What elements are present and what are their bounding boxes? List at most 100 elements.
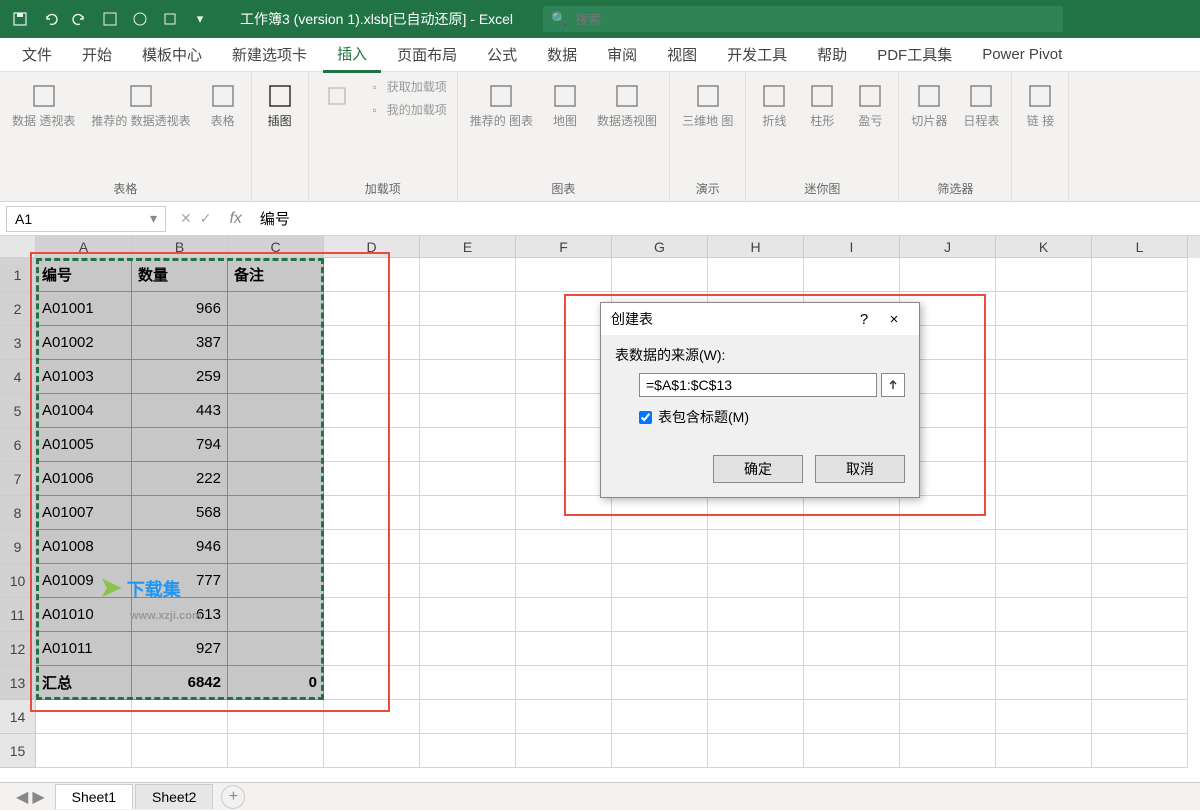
row-header-7[interactable]: 7: [0, 462, 36, 496]
cell-D13[interactable]: [324, 666, 420, 700]
cell-D4[interactable]: [324, 360, 420, 394]
cell-D7[interactable]: [324, 462, 420, 496]
cell-B11[interactable]: 613: [132, 598, 228, 632]
cell-B9[interactable]: 946: [132, 530, 228, 564]
menu-tab-视图[interactable]: 视图: [653, 38, 711, 71]
formula-cancel-icon[interactable]: ✕: [180, 210, 192, 227]
cell-I1[interactable]: [804, 258, 900, 292]
cell-L10[interactable]: [1092, 564, 1188, 598]
cell-B13[interactable]: 6842: [132, 666, 228, 700]
cell-K2[interactable]: [996, 292, 1092, 326]
formula-accept-icon[interactable]: ✓: [200, 210, 212, 227]
cell-F14[interactable]: [516, 700, 612, 734]
cell-K12[interactable]: [996, 632, 1092, 666]
cell-J12[interactable]: [900, 632, 996, 666]
ribbon-pivot-button[interactable]: 数据 透视表: [6, 76, 81, 132]
cell-I11[interactable]: [804, 598, 900, 632]
row-header-11[interactable]: 11: [0, 598, 36, 632]
cell-I14[interactable]: [804, 700, 900, 734]
cell-C8[interactable]: [228, 496, 324, 530]
menu-tab-Power Pivot[interactable]: Power Pivot: [968, 40, 1076, 69]
qat-icon-6[interactable]: [158, 7, 182, 31]
cell-K10[interactable]: [996, 564, 1092, 598]
cell-A13[interactable]: 汇总: [36, 666, 132, 700]
col-header-L[interactable]: L: [1092, 236, 1188, 258]
cell-J14[interactable]: [900, 700, 996, 734]
cell-G14[interactable]: [612, 700, 708, 734]
cell-J15[interactable]: [900, 734, 996, 768]
cell-I12[interactable]: [804, 632, 900, 666]
col-header-A[interactable]: A: [36, 236, 132, 258]
row-header-8[interactable]: 8: [0, 496, 36, 530]
cell-L4[interactable]: [1092, 360, 1188, 394]
cell-E2[interactable]: [420, 292, 516, 326]
ribbon-sparkline-wl-button[interactable]: 盈亏: [848, 76, 892, 132]
cell-A3[interactable]: A01002: [36, 326, 132, 360]
cell-I10[interactable]: [804, 564, 900, 598]
row-header-10[interactable]: 10: [0, 564, 36, 598]
sheet-nav-prev-icon[interactable]: ◀: [16, 787, 28, 807]
cell-B15[interactable]: [132, 734, 228, 768]
search-box[interactable]: 🔍: [543, 6, 1063, 32]
ribbon-3dmap-button[interactable]: 三维地 图: [676, 76, 739, 132]
formula-input[interactable]: [252, 210, 1200, 227]
select-all-corner[interactable]: [0, 236, 36, 258]
cell-D5[interactable]: [324, 394, 420, 428]
cell-K6[interactable]: [996, 428, 1092, 462]
cell-K15[interactable]: [996, 734, 1092, 768]
menu-tab-文件[interactable]: 文件: [8, 38, 66, 71]
ribbon-sub-获取加载项[interactable]: ▫获取加载项: [363, 76, 451, 97]
qat-dropdown-icon[interactable]: ▾: [188, 7, 212, 31]
cell-C10[interactable]: [228, 564, 324, 598]
cell-B8[interactable]: 568: [132, 496, 228, 530]
headers-checkbox-row[interactable]: 表包含标题(M): [639, 407, 905, 427]
cell-H10[interactable]: [708, 564, 804, 598]
menu-tab-开发工具[interactable]: 开发工具: [713, 38, 801, 71]
ribbon-link-button[interactable]: 链 接: [1018, 76, 1062, 132]
row-header-2[interactable]: 2: [0, 292, 36, 326]
cell-L11[interactable]: [1092, 598, 1188, 632]
cell-D2[interactable]: [324, 292, 420, 326]
cell-B10[interactable]: 777: [132, 564, 228, 598]
cell-D14[interactable]: [324, 700, 420, 734]
ribbon-rec-chart-button[interactable]: 推荐的 图表: [464, 76, 539, 132]
menu-tab-插入[interactable]: 插入: [323, 37, 381, 73]
cell-C13[interactable]: 0: [228, 666, 324, 700]
cell-C5[interactable]: [228, 394, 324, 428]
cell-I15[interactable]: [804, 734, 900, 768]
qat-icon-4[interactable]: [98, 7, 122, 31]
cell-A8[interactable]: A01007: [36, 496, 132, 530]
save-icon[interactable]: [8, 7, 32, 31]
search-input[interactable]: [575, 12, 1055, 27]
cell-I9[interactable]: [804, 530, 900, 564]
menu-tab-数据[interactable]: 数据: [533, 38, 591, 71]
cell-G10[interactable]: [612, 564, 708, 598]
headers-checkbox[interactable]: [639, 411, 652, 424]
cell-E1[interactable]: [420, 258, 516, 292]
menu-tab-审阅[interactable]: 审阅: [593, 38, 651, 71]
cell-A14[interactable]: [36, 700, 132, 734]
cell-E8[interactable]: [420, 496, 516, 530]
cell-J1[interactable]: [900, 258, 996, 292]
cell-L15[interactable]: [1092, 734, 1188, 768]
cell-B12[interactable]: 927: [132, 632, 228, 666]
row-header-6[interactable]: 6: [0, 428, 36, 462]
cell-A6[interactable]: A01005: [36, 428, 132, 462]
name-box-dropdown-icon[interactable]: ▾: [150, 210, 157, 227]
cell-F2[interactable]: [516, 292, 612, 326]
cell-E5[interactable]: [420, 394, 516, 428]
cell-G9[interactable]: [612, 530, 708, 564]
ribbon-maps-button[interactable]: 地图: [543, 76, 587, 132]
cell-C6[interactable]: [228, 428, 324, 462]
cell-C1[interactable]: 备注: [228, 258, 324, 292]
cell-D11[interactable]: [324, 598, 420, 632]
cell-E15[interactable]: [420, 734, 516, 768]
cell-G12[interactable]: [612, 632, 708, 666]
cell-C2[interactable]: [228, 292, 324, 326]
cell-G11[interactable]: [612, 598, 708, 632]
cell-D9[interactable]: [324, 530, 420, 564]
ribbon-slicer-button[interactable]: 切片器: [905, 76, 953, 132]
dialog-help-button[interactable]: ?: [849, 311, 879, 328]
sheet-nav-next-icon[interactable]: ▶: [32, 787, 44, 807]
cell-E7[interactable]: [420, 462, 516, 496]
